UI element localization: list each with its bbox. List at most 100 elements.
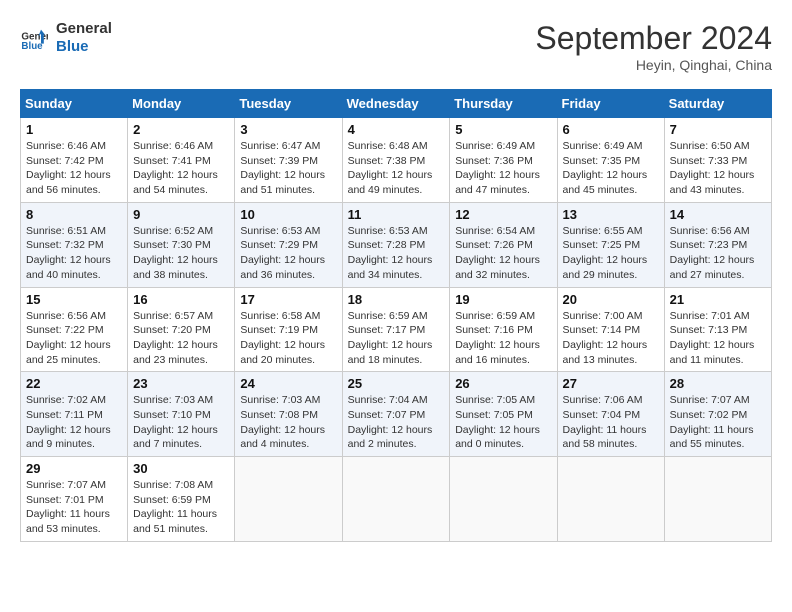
calendar-cell: 23 Sunrise: 7:03 AM Sunset: 7:10 PM Dayli… [128,372,235,457]
calendar-cell: 18 Sunrise: 6:59 AM Sunset: 7:17 PM Dayli… [342,287,450,372]
calendar-cell: 16Sunrise: 6:57 AM Sunset: 7:20 PM Dayli… [128,287,235,372]
calendar-week-2: 8 Sunrise: 6:51 AM Sunset: 7:32 PM Daylig… [21,202,772,287]
cell-sun-info: Sunrise: 7:04 AM Sunset: 7:07 PM Dayligh… [348,393,445,452]
calendar-cell: 14Sunrise: 6:56 AM Sunset: 7:23 PM Dayli… [664,202,771,287]
calendar-week-4: 22Sunrise: 7:02 AM Sunset: 7:11 PM Dayli… [21,372,772,457]
weekday-header-thursday: Thursday [450,90,557,118]
calendar-cell: 28 Sunrise: 7:07 AM Sunset: 7:02 PM Dayli… [664,372,771,457]
calendar-cell: 9 Sunrise: 6:52 AM Sunset: 7:30 PM Daylig… [128,202,235,287]
calendar-cell [235,457,342,542]
calendar-cell: 3 Sunrise: 6:47 AM Sunset: 7:39 PM Daylig… [235,118,342,203]
calendar-cell: 2Sunrise: 6:46 AM Sunset: 7:41 PM Daylig… [128,118,235,203]
day-number: 25 [348,376,445,391]
day-number: 17 [240,292,336,307]
day-number: 13 [563,207,659,222]
calendar-cell [450,457,557,542]
day-number: 5 [455,122,551,137]
calendar-cell: 24Sunrise: 7:03 AM Sunset: 7:08 PM Dayli… [235,372,342,457]
cell-sun-info: Sunrise: 7:05 AM Sunset: 7:05 PM Dayligh… [455,393,551,452]
weekday-header-friday: Friday [557,90,664,118]
cell-sun-info: Sunrise: 6:58 AM Sunset: 7:19 PM Dayligh… [240,309,336,368]
day-number: 24 [240,376,336,391]
day-number: 14 [670,207,766,222]
day-number: 30 [133,461,229,476]
svg-text:Blue: Blue [21,41,43,52]
calendar-cell: 19Sunrise: 6:59 AM Sunset: 7:16 PM Dayli… [450,287,557,372]
cell-sun-info: Sunrise: 7:00 AM Sunset: 7:14 PM Dayligh… [563,309,659,368]
calendar-cell: 21Sunrise: 7:01 AM Sunset: 7:13 PM Dayli… [664,287,771,372]
weekday-header-sunday: Sunday [21,90,128,118]
calendar-cell: 1 Sunrise: 6:46 AM Sunset: 7:42 PM Daylig… [21,118,128,203]
month-title: September 2024 [535,20,772,57]
cell-sun-info: Sunrise: 7:08 AM Sunset: 6:59 PM Dayligh… [133,478,229,537]
calendar-week-1: 1 Sunrise: 6:46 AM Sunset: 7:42 PM Daylig… [21,118,772,203]
cell-sun-info: Sunrise: 7:07 AM Sunset: 7:02 PM Dayligh… [670,393,766,452]
calendar-cell: 6 Sunrise: 6:49 AM Sunset: 7:35 PM Daylig… [557,118,664,203]
day-number: 3 [240,122,336,137]
cell-sun-info: Sunrise: 6:49 AM Sunset: 7:35 PM Dayligh… [563,139,659,198]
cell-sun-info: Sunrise: 6:46 AM Sunset: 7:41 PM Dayligh… [133,139,229,198]
weekday-header-wednesday: Wednesday [342,90,450,118]
page-header: General Blue General Blue September 2024… [20,20,772,73]
day-number: 10 [240,207,336,222]
cell-sun-info: Sunrise: 6:53 AM Sunset: 7:29 PM Dayligh… [240,224,336,283]
weekday-header-saturday: Saturday [664,90,771,118]
day-number: 23 [133,376,229,391]
day-number: 12 [455,207,551,222]
calendar-cell: 30 Sunrise: 7:08 AM Sunset: 6:59 PM Dayli… [128,457,235,542]
location: Heyin, Qinghai, China [535,57,772,73]
logo-text-general: General [56,20,112,38]
calendar-cell: 15 Sunrise: 6:56 AM Sunset: 7:22 PM Dayli… [21,287,128,372]
day-number: 27 [563,376,659,391]
cell-sun-info: Sunrise: 6:50 AM Sunset: 7:33 PM Dayligh… [670,139,766,198]
cell-sun-info: Sunrise: 6:59 AM Sunset: 7:17 PM Dayligh… [348,309,445,368]
cell-sun-info: Sunrise: 7:03 AM Sunset: 7:10 PM Dayligh… [133,393,229,452]
calendar-cell: 22Sunrise: 7:02 AM Sunset: 7:11 PM Dayli… [21,372,128,457]
cell-sun-info: Sunrise: 6:56 AM Sunset: 7:22 PM Dayligh… [26,309,122,368]
cell-sun-info: Sunrise: 7:07 AM Sunset: 7:01 PM Dayligh… [26,478,122,537]
calendar-cell: 25 Sunrise: 7:04 AM Sunset: 7:07 PM Dayli… [342,372,450,457]
cell-sun-info: Sunrise: 6:59 AM Sunset: 7:16 PM Dayligh… [455,309,551,368]
cell-sun-info: Sunrise: 6:49 AM Sunset: 7:36 PM Dayligh… [455,139,551,198]
day-number: 29 [26,461,122,476]
cell-sun-info: Sunrise: 6:47 AM Sunset: 7:39 PM Dayligh… [240,139,336,198]
day-number: 21 [670,292,766,307]
weekday-header-monday: Monday [128,90,235,118]
cell-sun-info: Sunrise: 6:54 AM Sunset: 7:26 PM Dayligh… [455,224,551,283]
calendar-cell: 8 Sunrise: 6:51 AM Sunset: 7:32 PM Daylig… [21,202,128,287]
day-number: 7 [670,122,766,137]
calendar-cell: 7 Sunrise: 6:50 AM Sunset: 7:33 PM Daylig… [664,118,771,203]
day-number: 4 [348,122,445,137]
calendar-header-row: SundayMondayTuesdayWednesdayThursdayFrid… [21,90,772,118]
calendar-cell: 11Sunrise: 6:53 AM Sunset: 7:28 PM Dayli… [342,202,450,287]
day-number: 28 [670,376,766,391]
logo: General Blue General Blue [20,20,112,56]
calendar-cell: 5 Sunrise: 6:49 AM Sunset: 7:36 PM Daylig… [450,118,557,203]
day-number: 9 [133,207,229,222]
cell-sun-info: Sunrise: 6:57 AM Sunset: 7:20 PM Dayligh… [133,309,229,368]
calendar-cell: 13 Sunrise: 6:55 AM Sunset: 7:25 PM Dayli… [557,202,664,287]
calendar-cell: 26 Sunrise: 7:05 AM Sunset: 7:05 PM Dayli… [450,372,557,457]
day-number: 6 [563,122,659,137]
cell-sun-info: Sunrise: 6:55 AM Sunset: 7:25 PM Dayligh… [563,224,659,283]
cell-sun-info: Sunrise: 6:52 AM Sunset: 7:30 PM Dayligh… [133,224,229,283]
cell-sun-info: Sunrise: 6:48 AM Sunset: 7:38 PM Dayligh… [348,139,445,198]
logo-text-blue: Blue [56,38,112,56]
day-number: 18 [348,292,445,307]
calendar-cell: 20 Sunrise: 7:00 AM Sunset: 7:14 PM Dayli… [557,287,664,372]
cell-sun-info: Sunrise: 7:02 AM Sunset: 7:11 PM Dayligh… [26,393,122,452]
day-number: 1 [26,122,122,137]
title-block: September 2024 Heyin, Qinghai, China [535,20,772,73]
calendar-table: SundayMondayTuesdayWednesdayThursdayFrid… [20,89,772,542]
day-number: 15 [26,292,122,307]
day-number: 8 [26,207,122,222]
cell-sun-info: Sunrise: 6:46 AM Sunset: 7:42 PM Dayligh… [26,139,122,198]
calendar-cell: 10 Sunrise: 6:53 AM Sunset: 7:29 PM Dayli… [235,202,342,287]
day-number: 26 [455,376,551,391]
calendar-week-3: 15 Sunrise: 6:56 AM Sunset: 7:22 PM Dayli… [21,287,772,372]
cell-sun-info: Sunrise: 6:51 AM Sunset: 7:32 PM Dayligh… [26,224,122,283]
day-number: 11 [348,207,445,222]
day-number: 20 [563,292,659,307]
calendar-cell: 12 Sunrise: 6:54 AM Sunset: 7:26 PM Dayli… [450,202,557,287]
calendar-cell [342,457,450,542]
